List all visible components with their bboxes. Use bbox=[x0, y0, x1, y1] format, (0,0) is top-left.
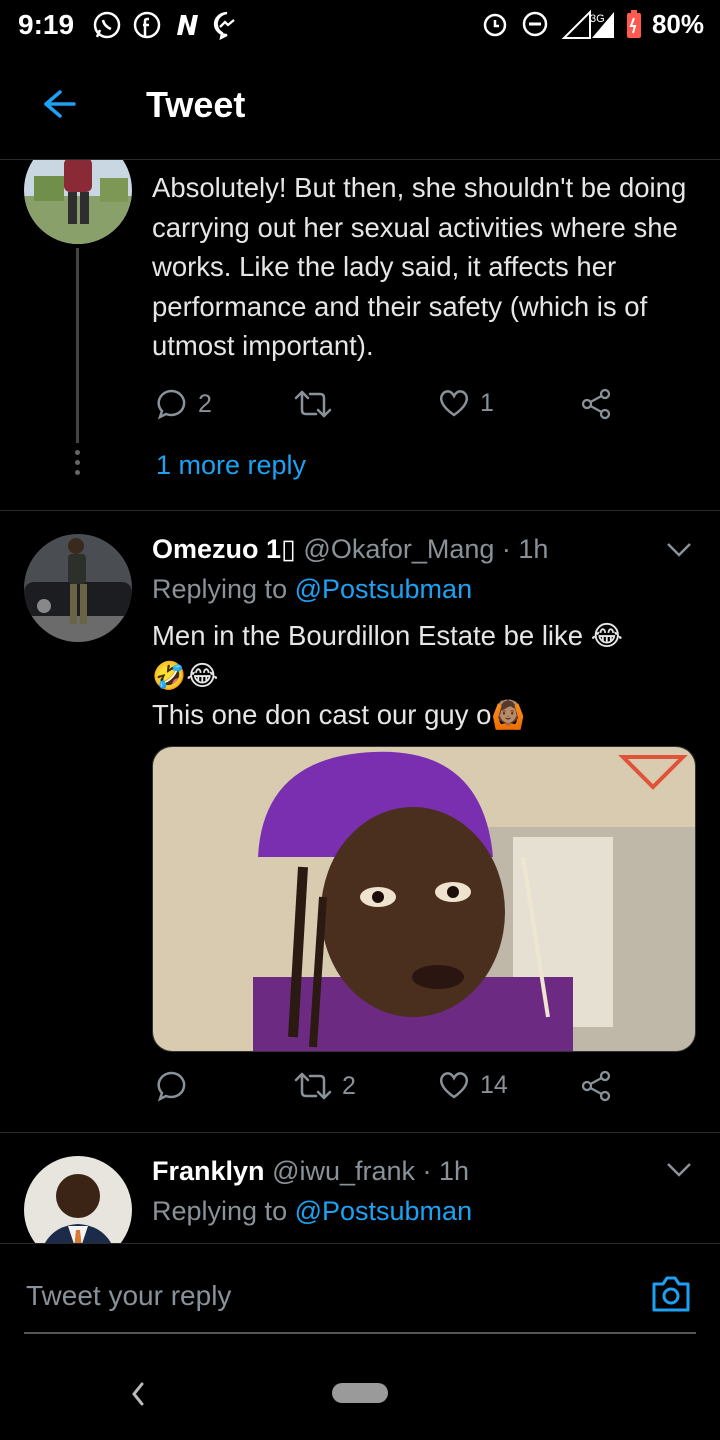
share-button[interactable] bbox=[580, 1070, 612, 1102]
reply-input[interactable]: Tweet your reply bbox=[26, 1280, 231, 1312]
avatar[interactable] bbox=[24, 160, 132, 244]
replying-prefix: Replying to bbox=[152, 574, 295, 604]
tweet-text-line: This one don cast our guy o🙆🏽 bbox=[152, 699, 526, 730]
back-arrow-icon[interactable] bbox=[38, 84, 78, 124]
replying-to: Replying to @Postsubman bbox=[152, 574, 472, 605]
messenger-icon bbox=[212, 10, 242, 40]
tweet-text: Men in the Bourdillon Estate be like 😂 🤣… bbox=[152, 616, 700, 735]
divider bbox=[0, 1132, 720, 1133]
status-bar: 9:19 3G 80% bbox=[0, 0, 720, 52]
tweet-author-line: Franklyn @iwu_frank · 1h bbox=[152, 1156, 469, 1187]
reply-icon bbox=[157, 1071, 186, 1102]
retweet-button[interactable]: 2 bbox=[294, 1070, 356, 1102]
notification-icons bbox=[92, 10, 242, 40]
more-replies-link[interactable]: 1 more reply bbox=[156, 450, 306, 481]
whatsapp-icon bbox=[92, 10, 122, 40]
tweet-text-line: Men in the Bourdillon Estate be like 😂 bbox=[152, 620, 623, 651]
retweet-icon bbox=[294, 390, 332, 418]
retweet-count: 2 bbox=[342, 1071, 356, 1100]
heart-icon bbox=[439, 390, 469, 417]
like-button[interactable]: 14 bbox=[438, 1070, 508, 1100]
mention-link[interactable]: @Postsubman bbox=[295, 574, 473, 604]
battery-percent: 80% bbox=[651, 8, 704, 39]
tweet-time: · 1h bbox=[422, 1156, 470, 1186]
avatar[interactable] bbox=[24, 1156, 132, 1243]
tweet-image[interactable] bbox=[152, 746, 696, 1052]
tweet-actions: 2 1 bbox=[156, 388, 626, 424]
chevron-down-icon[interactable] bbox=[666, 1162, 692, 1178]
facebook-icon bbox=[132, 10, 162, 40]
signal-icon: 3G bbox=[561, 9, 614, 39]
share-button[interactable] bbox=[580, 388, 612, 420]
thread-ellipsis bbox=[74, 450, 81, 480]
user-handle[interactable]: @Okafor_Mang bbox=[303, 534, 494, 564]
share-icon bbox=[581, 1070, 611, 1102]
battery-icon bbox=[626, 10, 641, 38]
reply-button[interactable] bbox=[156, 1070, 188, 1102]
reply-composer: Tweet your reply bbox=[0, 1243, 720, 1353]
page-title: Tweet bbox=[146, 84, 246, 125]
svg-text:3G: 3G bbox=[590, 13, 605, 25]
camera-icon[interactable] bbox=[650, 1274, 692, 1314]
like-count: 1 bbox=[480, 388, 494, 417]
do-not-disturb-icon bbox=[522, 11, 548, 37]
divider bbox=[0, 510, 720, 511]
like-count: 14 bbox=[480, 1070, 508, 1099]
alarm-icon bbox=[483, 13, 507, 37]
thread-connector bbox=[76, 248, 79, 443]
chevron-down-icon[interactable] bbox=[666, 542, 692, 558]
avatar[interactable] bbox=[24, 534, 132, 642]
like-button[interactable]: 1 bbox=[438, 388, 494, 418]
retweet-icon bbox=[294, 1072, 332, 1100]
replying-prefix: Replying to bbox=[152, 1196, 295, 1226]
home-pill[interactable] bbox=[332, 1383, 388, 1403]
retweet-button[interactable] bbox=[294, 388, 332, 420]
nav-back-icon[interactable] bbox=[128, 1379, 148, 1409]
display-name[interactable]: Omezuo 1▯ bbox=[152, 534, 296, 564]
system-nav-bar bbox=[0, 1353, 720, 1440]
user-handle[interactable]: @iwu_frank bbox=[272, 1156, 415, 1186]
reply-button[interactable]: 2 bbox=[156, 388, 212, 420]
heart-icon bbox=[439, 1072, 469, 1099]
tweet-thread: Absolutely! But then, she shouldn't be d… bbox=[0, 160, 720, 1243]
system-icons: 3G 80% bbox=[480, 8, 704, 40]
reply-count: 2 bbox=[198, 389, 212, 418]
mention-link[interactable]: @Postsubman bbox=[295, 1196, 473, 1226]
tweet-text: Absolutely! But then, she shouldn't be d… bbox=[152, 172, 687, 361]
top-app-bar: Tweet bbox=[0, 52, 720, 160]
reply-icon bbox=[157, 389, 186, 420]
tweet-actions: 2 14 bbox=[156, 1070, 626, 1106]
tweet-text-line: 🤣😂 bbox=[152, 659, 219, 691]
tweet-author-line: Omezuo 1▯ @Okafor_Mang · 1h bbox=[152, 534, 548, 565]
display-name[interactable]: Franklyn bbox=[152, 1156, 265, 1186]
share-icon bbox=[581, 388, 611, 420]
replying-to: Replying to @Postsubman bbox=[152, 1196, 472, 1227]
input-underline bbox=[24, 1332, 696, 1334]
status-time: 9:19 bbox=[18, 9, 75, 40]
tweet-time: · 1h bbox=[501, 534, 549, 564]
news-icon bbox=[172, 10, 202, 40]
